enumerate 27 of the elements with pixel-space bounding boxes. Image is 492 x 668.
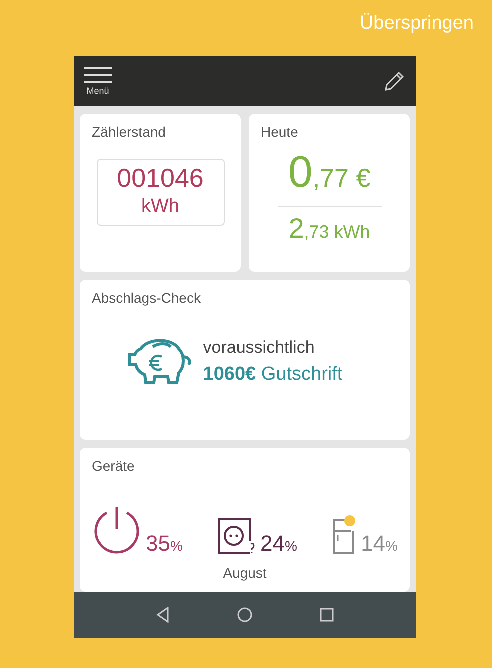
recents-icon[interactable] [320, 608, 334, 622]
devices-card[interactable]: Geräte 35% 24% 14% August [80, 448, 410, 592]
meter-reading: 001046 [116, 164, 205, 193]
meter-card[interactable]: Zählerstand 001046 kWh [80, 114, 241, 272]
cost-value: 0 [288, 148, 313, 197]
card-title: Zählerstand [92, 123, 167, 142]
pencil-icon[interactable] [384, 70, 406, 92]
card-title: Geräte [92, 457, 136, 476]
credit-amount: 1060€ [203, 364, 256, 384]
month-label: August [223, 565, 267, 581]
energy-decimals: ,73 kWh [304, 222, 370, 242]
percentage-value: 14% [361, 533, 398, 555]
unit-label: kWh [140, 194, 180, 219]
credit-label: Gutschrift [261, 364, 343, 384]
card-title: Heute [261, 123, 300, 142]
home-icon[interactable] [236, 607, 253, 623]
back-icon[interactable] [156, 607, 170, 623]
menu-icon[interactable] [84, 66, 112, 82]
forecast-label: voraussichtlich [203, 337, 316, 359]
today-card[interactable]: Heute 0,77 € 2,73 kWh [249, 114, 410, 272]
payment-check-card[interactable]: Abschlags-Check voraussichtlich 1060€ Gutschrift [80, 280, 410, 440]
percentage-value: 35% [146, 533, 183, 555]
percentage-value: 24% [260, 533, 298, 555]
card-title: Abschlags-Check [92, 289, 202, 308]
energy-value: 2 [288, 213, 304, 244]
cost-decimals: ,77 € [312, 163, 371, 193]
menu-label[interactable]: Menü [86, 86, 110, 96]
